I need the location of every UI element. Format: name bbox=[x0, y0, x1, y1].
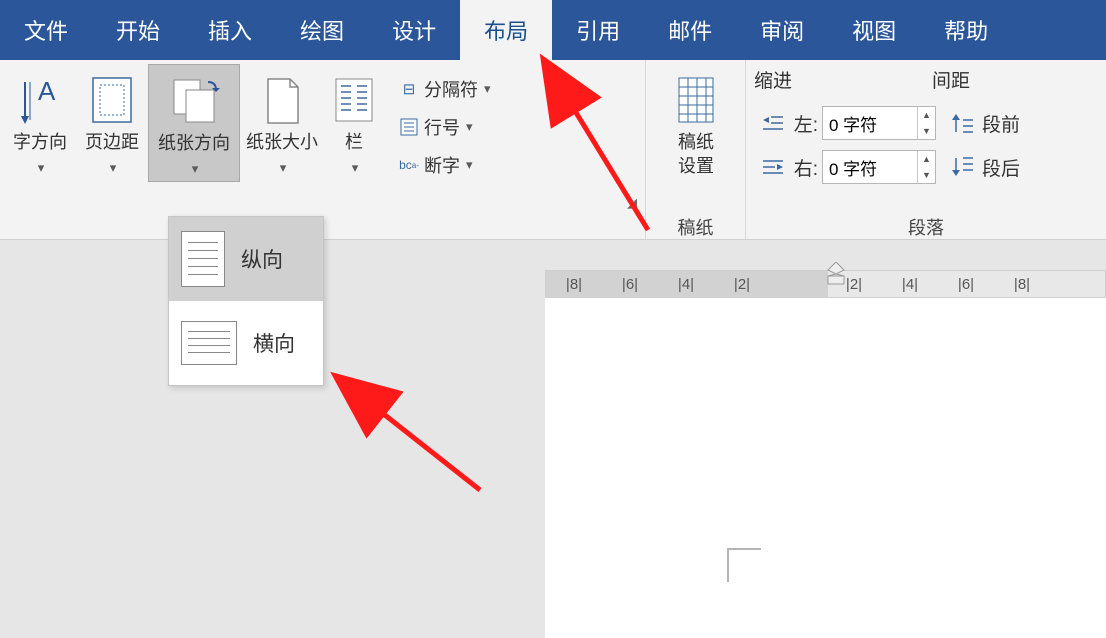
line-numbers-button[interactable]: 行号 ▾ bbox=[392, 108, 497, 146]
manuscript-button[interactable]: 稿纸设置 bbox=[650, 64, 742, 178]
size-button[interactable]: 纸张大小 ▾ bbox=[240, 64, 324, 180]
indent-right-input[interactable] bbox=[823, 151, 917, 183]
manuscript-group-label: 稿纸 bbox=[646, 213, 745, 239]
spin-up-icon[interactable]: ▲ bbox=[918, 107, 935, 123]
size-icon bbox=[262, 72, 302, 128]
ruler-tick: |8| bbox=[994, 276, 1050, 293]
ribbon-tabbar: 文件 开始 插入 绘图 设计 布局 引用 邮件 审阅 视图 帮助 bbox=[0, 0, 1106, 60]
line-numbers-icon bbox=[398, 116, 420, 138]
ruler-tick: |8| bbox=[546, 276, 602, 293]
chevron-down-icon: ▾ bbox=[464, 157, 473, 173]
tab-help[interactable]: 帮助 bbox=[920, 0, 1012, 60]
orientation-dropdown: 纵向 横向 bbox=[168, 216, 324, 386]
breaks-button[interactable]: ⊟ 分隔符 ▾ bbox=[392, 70, 497, 108]
chevron-down-icon: ▾ bbox=[350, 160, 359, 175]
svg-text:A: A bbox=[38, 76, 56, 106]
orientation-landscape[interactable]: 横向 bbox=[169, 301, 323, 385]
manuscript-label: 稿纸 bbox=[678, 132, 714, 152]
ruler-tick: |6| bbox=[602, 276, 658, 293]
indent-left-label: 左: bbox=[790, 110, 818, 137]
spacing-before-label: 段前 bbox=[980, 110, 1020, 137]
text-direction-label: 字方向 bbox=[13, 132, 67, 152]
manuscript-icon bbox=[675, 72, 717, 128]
columns-label: 栏 bbox=[345, 132, 363, 152]
indent-right-label: 右: bbox=[790, 154, 818, 181]
tab-insert[interactable]: 插入 bbox=[184, 0, 276, 60]
chevron-down-icon: ▾ bbox=[36, 160, 45, 175]
chevron-down-icon: ▾ bbox=[278, 160, 287, 175]
indent-right-icon bbox=[760, 156, 786, 178]
indent-title: 缩进 bbox=[754, 66, 792, 93]
indent-right-spinner[interactable]: ▲▼ bbox=[822, 150, 936, 184]
indent-left-spinner[interactable]: ▲▼ bbox=[822, 106, 936, 140]
text-direction-icon: A bbox=[20, 72, 60, 128]
spacing-after-label: 段后 bbox=[980, 154, 1020, 181]
ruler-tick: |4| bbox=[882, 276, 938, 293]
ribbon: A 字方向 ▾ 页边距 ▾ bbox=[0, 60, 1106, 240]
ruler-tick: |2| bbox=[714, 276, 770, 293]
spin-up-icon[interactable]: ▲ bbox=[918, 151, 935, 167]
landscape-thumb-icon bbox=[181, 321, 237, 365]
indent-left-input[interactable] bbox=[823, 107, 917, 139]
ruler-tick: |4| bbox=[658, 276, 714, 293]
orientation-button[interactable]: 纸张方向 ▾ bbox=[148, 64, 240, 182]
breaks-label: 分隔符 bbox=[424, 76, 478, 102]
size-label: 纸张大小 bbox=[246, 132, 318, 152]
portrait-label: 纵向 bbox=[241, 244, 283, 274]
portrait-thumb-icon bbox=[181, 231, 225, 287]
tab-draw[interactable]: 绘图 bbox=[276, 0, 368, 60]
hyphenation-button[interactable]: bca- 断字 ▾ bbox=[392, 146, 497, 184]
chevron-down-icon: ▾ bbox=[464, 119, 473, 135]
hyphenation-icon: bca- bbox=[398, 154, 420, 176]
horizontal-ruler[interactable]: |8| |6| |4| |2| |2| |4| |6| |8| bbox=[545, 270, 1106, 298]
spin-down-icon[interactable]: ▼ bbox=[918, 167, 935, 183]
spacing-before-icon bbox=[950, 112, 976, 134]
tab-file[interactable]: 文件 bbox=[0, 0, 92, 60]
ruler-tick: |6| bbox=[938, 276, 994, 293]
dialog-launcher-icon[interactable]: ◢ bbox=[627, 195, 641, 213]
spacing-title: 间距 bbox=[932, 66, 970, 93]
ruler-indent-marker[interactable] bbox=[826, 262, 846, 286]
line-numbers-label: 行号 bbox=[424, 114, 460, 140]
orientation-icon bbox=[168, 73, 220, 129]
indent-left-icon bbox=[760, 112, 786, 134]
margins-button[interactable]: 页边距 ▾ bbox=[76, 64, 148, 180]
chevron-down-icon: ▾ bbox=[482, 81, 491, 97]
text-direction-button[interactable]: A 字方向 ▾ bbox=[4, 64, 76, 180]
tab-home[interactable]: 开始 bbox=[92, 0, 184, 60]
chevron-down-icon: ▾ bbox=[108, 160, 117, 175]
tab-mailings[interactable]: 邮件 bbox=[644, 0, 736, 60]
landscape-label: 横向 bbox=[253, 328, 295, 358]
breaks-icon: ⊟ bbox=[398, 78, 420, 100]
tab-design[interactable]: 设计 bbox=[368, 0, 460, 60]
margins-label: 页边距 bbox=[85, 132, 139, 152]
paragraph-group-label: 段落 bbox=[746, 213, 1106, 239]
tab-review[interactable]: 审阅 bbox=[736, 0, 828, 60]
tab-layout[interactable]: 布局 bbox=[460, 0, 552, 60]
columns-icon bbox=[333, 72, 375, 128]
columns-button[interactable]: 栏▾ bbox=[324, 64, 384, 180]
orientation-label: 纸张方向 bbox=[158, 133, 230, 153]
tab-view[interactable]: 视图 bbox=[828, 0, 920, 60]
chevron-down-icon: ▾ bbox=[190, 161, 199, 176]
tab-references[interactable]: 引用 bbox=[552, 0, 644, 60]
orientation-portrait[interactable]: 纵向 bbox=[169, 217, 323, 301]
margins-icon bbox=[90, 72, 134, 128]
spin-down-icon[interactable]: ▼ bbox=[918, 123, 935, 139]
spacing-after-icon bbox=[950, 156, 976, 178]
manuscript-sublabel: 设置 bbox=[678, 156, 714, 176]
hyphenation-label: 断字 bbox=[424, 152, 460, 178]
margin-corner-mark bbox=[727, 548, 761, 582]
document-page[interactable] bbox=[545, 298, 1106, 638]
